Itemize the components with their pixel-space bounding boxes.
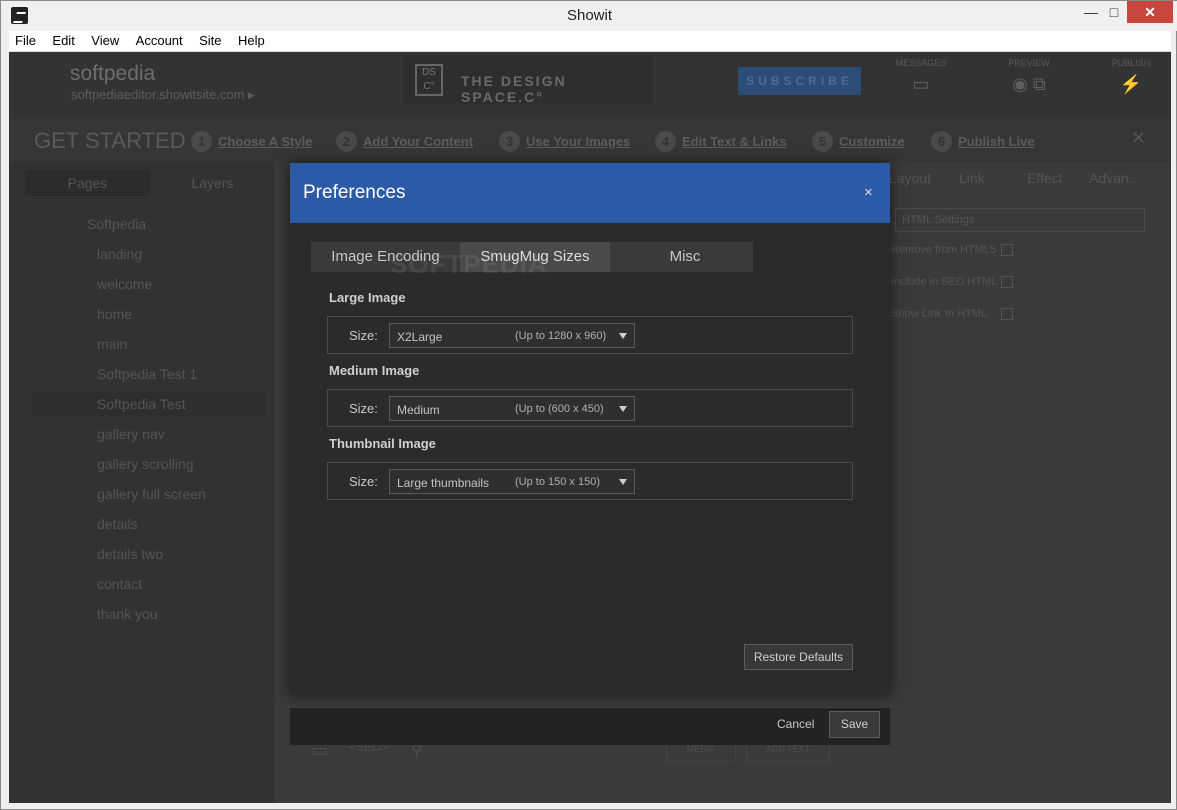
tree-item[interactable]: details <box>97 516 137 532</box>
inbox-icon: ▭ <box>912 74 930 94</box>
window-title: Showit <box>566 7 613 24</box>
tree-item[interactable]: Softpedia <box>87 216 146 232</box>
properties-panel: Layout Link Effect Advan... HTML Setting… <box>889 162 1171 462</box>
preview-label: PREVIEW <box>1008 58 1050 68</box>
step-use-images[interactable]: 3 Use Your Images <box>499 131 630 152</box>
select-hint: (Up to (600 x 450) <box>515 403 604 415</box>
messages-button[interactable]: MESSAGES ▭ <box>891 58 951 95</box>
dialog-close-icon[interactable]: × <box>864 184 873 201</box>
eye-icon: ◉ ⧉ <box>1012 74 1046 94</box>
maximize-button[interactable]: □ <box>1099 1 1129 23</box>
tree-item[interactable]: contact <box>97 576 142 592</box>
tab-layers[interactable]: Layers <box>150 170 275 196</box>
step-edit-text-links[interactable]: 4 Edit Text & Links <box>655 131 787 152</box>
large-image-label: Large Image <box>329 290 406 305</box>
select-hint: (Up to 150 x 150) <box>515 476 600 488</box>
title-bar: Showit — □ ✕ <box>1 1 1177 31</box>
step-add-content[interactable]: 2 Add Your Content <box>336 131 473 152</box>
include-seo-row: Include in SEO HTML <box>891 276 1013 288</box>
step-customize[interactable]: 5 Customize <box>812 131 905 152</box>
show-link-checkbox[interactable] <box>1001 308 1013 320</box>
include-seo-checkbox[interactable] <box>1001 276 1013 288</box>
promo-text: THE DESIGN SPACE.C° <box>461 73 567 105</box>
tab-effect[interactable]: Effect <box>1027 170 1063 186</box>
menu-bar: File Edit View Account Site Help <box>9 31 1171 52</box>
menu-view[interactable]: View <box>85 31 125 48</box>
select-value: X2Large <box>397 330 443 344</box>
menu-edit[interactable]: Edit <box>46 31 80 48</box>
tab-link[interactable]: Link <box>959 170 985 186</box>
remove-html5-checkbox[interactable] <box>1001 244 1013 256</box>
save-button[interactable]: Save <box>829 711 880 738</box>
get-started-close-icon[interactable]: ✕ <box>1131 128 1146 149</box>
app-header: softpedia softpediaeditor.showitsite.com… <box>9 52 1171 118</box>
tree-item[interactable]: landing <box>97 246 142 262</box>
tree-item[interactable]: gallery full screen <box>97 486 206 502</box>
select-value: Medium <box>397 403 440 417</box>
softpedia-watermark: SOFTPEDIA <box>390 249 548 279</box>
html-settings-field[interactable]: HTML Settings <box>895 208 1145 232</box>
medium-image-size-group: Size: Medium (Up to (600 x 450) <box>327 389 853 427</box>
select-hint: (Up to 1280 x 960) <box>515 330 607 342</box>
restore-defaults-button[interactable]: Restore Defaults <box>744 644 853 670</box>
menu-account[interactable]: Account <box>130 31 189 48</box>
dialog-footer: Cancel Save <box>290 707 890 745</box>
menu-help[interactable]: Help <box>232 31 271 48</box>
step-publish-live[interactable]: 6 Publish Live <box>931 131 1035 152</box>
lightning-icon: ⚡ <box>1119 74 1143 94</box>
large-image-size-select[interactable]: X2Large (Up to 1280 x 960) <box>389 323 635 348</box>
pages-sidebar: Pages Layers Softpedia landing welcome h… <box>9 162 274 803</box>
tree-item[interactable]: thank you <box>97 606 158 622</box>
close-window-button[interactable]: ✕ <box>1127 1 1173 23</box>
remove-html5-row: Remove from HTML5 <box>891 244 1013 256</box>
tree-item[interactable]: Softpedia Test 1 <box>97 366 197 382</box>
messages-label: MESSAGES <box>895 58 947 68</box>
preview-button[interactable]: PREVIEW ◉ ⧉ <box>999 58 1059 95</box>
site-name: softpedia <box>70 62 156 85</box>
thumbnail-image-label: Thumbnail Image <box>329 436 436 451</box>
dialog-title: Preferences <box>303 182 406 203</box>
menu-file[interactable]: File <box>9 31 42 48</box>
thumbnail-image-size-group: Size: Large thumbnails (Up to 150 x 150) <box>327 462 853 500</box>
dropdown-arrow-icon <box>619 333 627 339</box>
thumbnail-image-size-select[interactable]: Large thumbnails (Up to 150 x 150) <box>389 469 635 494</box>
size-label: Size: <box>349 401 378 416</box>
app-window: Showit — □ ✕ File Edit View Account Site… <box>0 0 1177 810</box>
size-label: Size: <box>349 474 378 489</box>
preferences-dialog: Preferences × Image Encoding SmugMug Siz… <box>290 163 890 745</box>
promo-logo: DS C° <box>415 64 443 96</box>
select-value: Large thumbnails <box>397 476 490 490</box>
tab-misc[interactable]: Misc <box>610 242 760 272</box>
large-image-size-group: Size: X2Large (Up to 1280 x 960) <box>327 316 853 354</box>
publish-label: PUBLISH <box>1111 58 1151 68</box>
dropdown-arrow-icon <box>619 406 627 412</box>
show-link-row: Show Link In HTML <box>891 308 1013 320</box>
tab-layout[interactable]: Layout <box>889 170 931 186</box>
tab-pages[interactable]: Pages <box>25 170 150 196</box>
cancel-button[interactable]: Cancel <box>777 717 814 731</box>
site-url-link[interactable]: softpediaeditor.showitsite.com ▸ <box>71 87 255 103</box>
tree-item[interactable]: main <box>97 336 127 352</box>
medium-image-size-select[interactable]: Medium (Up to (600 x 450) <box>389 396 635 421</box>
tree-item[interactable]: gallery nav <box>97 426 165 442</box>
get-started-bar: GET STARTED 1 Choose A Style 2 Add Your Co… <box>9 118 1171 162</box>
app-workspace: softpedia softpediaeditor.showitsite.com… <box>9 52 1171 803</box>
tree-item[interactable]: gallery scrolling <box>97 456 193 472</box>
dropdown-arrow-icon <box>619 479 627 485</box>
tab-advanced[interactable]: Advan... <box>1089 170 1140 186</box>
dialog-header: Preferences × <box>290 163 890 223</box>
tree-item-selected[interactable]: Softpedia Test <box>31 392 265 416</box>
tree-item[interactable]: home <box>97 306 132 322</box>
size-label: Size: <box>349 328 378 343</box>
step-choose-style[interactable]: 1 Choose A Style <box>191 131 312 152</box>
publish-button[interactable]: PUBLISH ⚡ <box>1101 58 1161 95</box>
get-started-title: GET STARTED <box>34 128 186 153</box>
promo-banner[interactable]: DS C° THE DESIGN SPACE.C° <box>403 56 653 105</box>
tree-item[interactable]: details two <box>97 546 163 562</box>
tree-item[interactable]: welcome <box>97 276 152 292</box>
medium-image-label: Medium Image <box>329 363 420 378</box>
subscribe-button[interactable]: SUBSCRIBE <box>738 67 861 95</box>
menu-site[interactable]: Site <box>193 31 227 48</box>
